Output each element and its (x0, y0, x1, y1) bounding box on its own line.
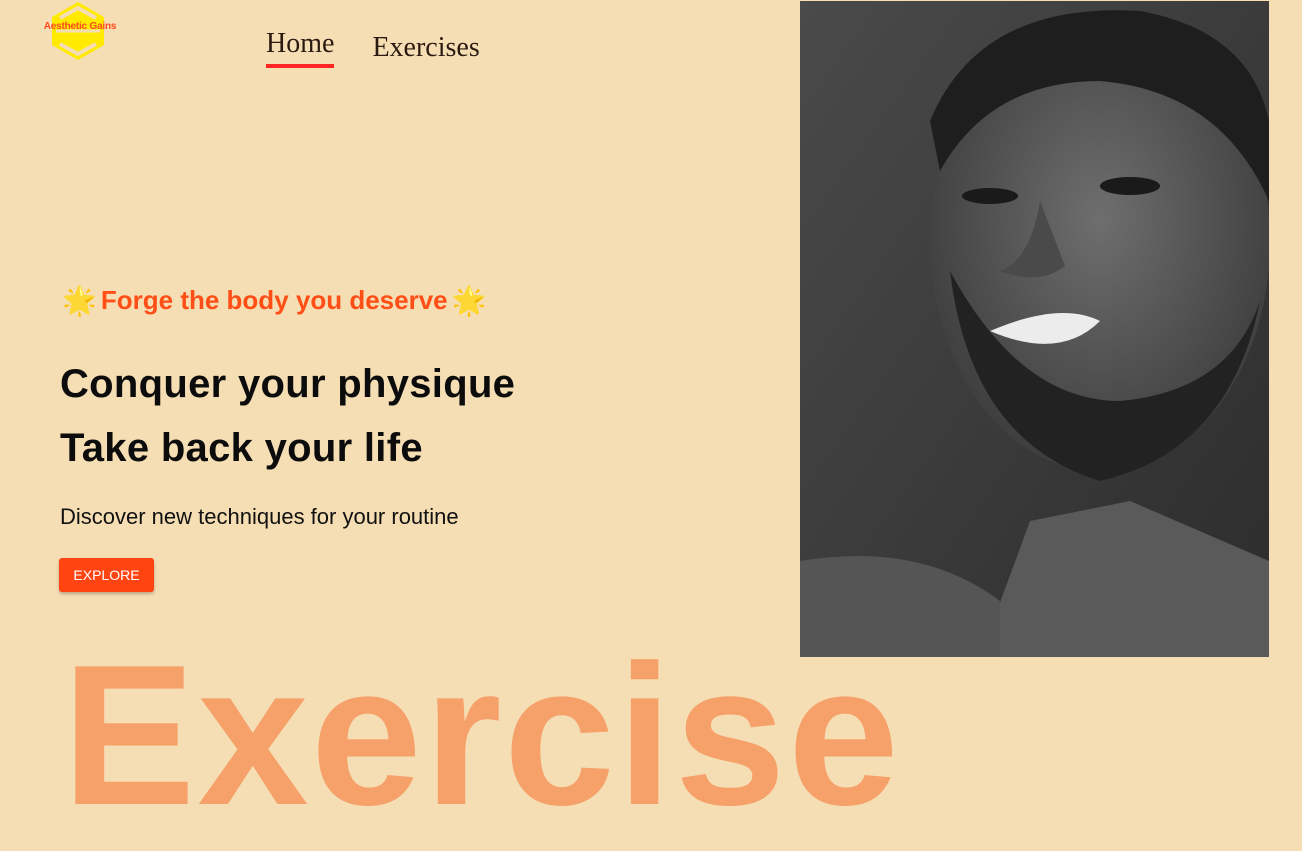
banner-word: Exercise (62, 624, 901, 847)
hero-subtitle: Discover new techniques for your routine (60, 504, 459, 529)
hero-headline-line2: Take back your life (60, 426, 423, 470)
hero-headline-line1: Conquer your physique (60, 362, 516, 406)
glowing-star-icon: 🌟 (451, 284, 487, 316)
hero-tagline: 🌟 Forge the body you deserve 🌟 (62, 285, 487, 316)
brand-name: Aesthetic Gains (43, 21, 117, 32)
explore-button[interactable]: EXPLORE (59, 558, 154, 592)
glowing-star-icon: 🌟 (62, 284, 97, 316)
portrait-image (800, 1, 1269, 657)
main-nav: Home Exercises (266, 28, 480, 68)
nav-item-home[interactable]: Home (266, 28, 335, 68)
nav-item-exercises[interactable]: Exercises (372, 28, 479, 68)
hero-image (800, 1, 1269, 657)
tagline-text: Forge the body you deserve (100, 285, 448, 315)
brand-logo[interactable]: Aesthetic Gains (38, 0, 118, 62)
